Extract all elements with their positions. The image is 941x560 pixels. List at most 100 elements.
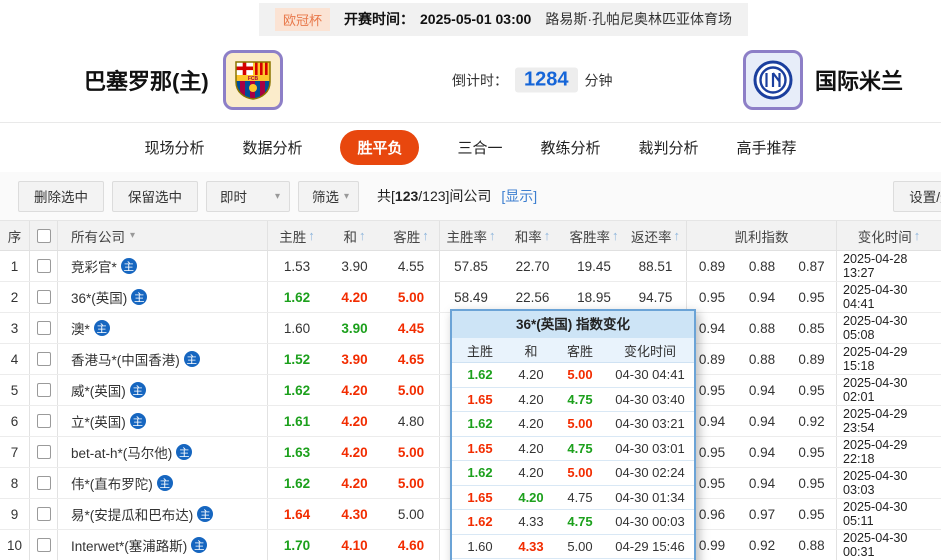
company-cell[interactable]: 立*(英国) 主 (58, 406, 268, 436)
company-cell[interactable]: 36*(英国) 主 (58, 282, 268, 312)
odds-cell[interactable]: 4.60 (383, 530, 440, 560)
kelly-cell: 0.88 (748, 258, 776, 274)
odds-cell[interactable]: 5.00 (383, 375, 440, 405)
odds-cell[interactable]: 5.00 (383, 437, 440, 467)
kelly-cell: 0.87 (787, 251, 837, 281)
sort-up-icon: ↑ (489, 228, 496, 243)
row-checkbox[interactable] (36, 383, 51, 397)
company-name: 立*(英国) (71, 415, 126, 430)
odds-cell[interactable]: 5.00 (383, 282, 440, 312)
company-cell[interactable]: 威*(英国) 主 (58, 375, 268, 405)
col-return-rate[interactable]: 返还率 ↑ (625, 221, 687, 250)
main-company-badge-icon: 主 (156, 475, 173, 491)
odds-cell[interactable]: 1.60 (268, 313, 326, 343)
popup-col-time: 变化时间 (623, 343, 676, 359)
tab-5[interactable]: 教练分析 (541, 137, 601, 158)
odds-cell[interactable]: 4.80 (383, 406, 440, 436)
tab-6[interactable]: 裁判分析 (639, 137, 699, 158)
row-checkbox[interactable] (36, 259, 51, 273)
kelly-cell: 0.95 (787, 282, 837, 312)
odds-cell[interactable]: 1.64 (268, 499, 326, 529)
odds-cell[interactable]: 5.00 (383, 468, 440, 498)
row-checkbox[interactable] (36, 290, 51, 304)
match-header: 巴塞罗那(主) FCB 倒计时： 1284 分钟 国际米兰 (0, 38, 941, 122)
odds-cell[interactable]: 4.10 (326, 530, 383, 560)
company-cell[interactable]: 易*(安提瓜和巴布达) 主 (58, 499, 268, 529)
odds-cell[interactable]: 4.20 (326, 468, 383, 498)
company-cell[interactable]: Interwet*(塞浦路斯) 主 (58, 530, 268, 560)
col-change-time[interactable]: 变化时间 ↑ (837, 221, 941, 250)
row-checkbox-cell (30, 406, 58, 436)
odds-cell[interactable]: 1.53 (268, 251, 326, 281)
row-checkbox[interactable] (36, 476, 51, 490)
company-cell[interactable]: bet-at-h*(马尔他) 主 (58, 437, 268, 467)
countdown: 倒计时： 1284 分钟 (452, 67, 613, 93)
odds-cell[interactable]: 4.20 (326, 437, 383, 467)
col-draw-odds[interactable]: 和 ↑ (326, 221, 383, 250)
company-count: 共[123/123]间公司 (377, 188, 492, 204)
row-checkbox[interactable] (36, 321, 51, 335)
col-away-odds[interactable]: 客胜 ↑ (383, 221, 440, 250)
company-name: 36*(英国) (71, 291, 128, 306)
row-checkbox[interactable] (36, 445, 51, 459)
col-draw-rate[interactable]: 和率 ↑ (502, 221, 563, 250)
odds-cell[interactable]: 4.20 (326, 282, 383, 312)
col-home-rate[interactable]: 主胜率 ↑ (440, 221, 502, 250)
row-checkbox[interactable] (36, 414, 51, 428)
col-company[interactable]: 所有公司 ▾ (58, 221, 268, 250)
odds-cell[interactable]: 1.52 (268, 344, 326, 374)
company-cell[interactable]: 澳* 主 (58, 313, 268, 343)
odds-cell[interactable]: 1.63 (268, 437, 326, 467)
filter-dropdown[interactable]: 筛选 ▾ (298, 180, 360, 212)
odds-cell[interactable]: 1.62 (268, 375, 326, 405)
tab-4[interactable]: 三合一 (457, 137, 502, 158)
show-link[interactable]: [显示] (501, 186, 537, 206)
odds-cell[interactable]: 3.90 (326, 344, 383, 374)
odds-cell[interactable]: 4.45 (383, 313, 440, 343)
popup-time-cell: 04-30 03:01 (615, 440, 685, 456)
row-checkbox[interactable] (36, 352, 51, 366)
odds-cell[interactable]: 1.70 (268, 530, 326, 560)
settings-button[interactable]: 设置/选择 (893, 180, 941, 212)
row-checkbox[interactable] (36, 538, 51, 552)
keep-selected-button[interactable]: 保留选中 (112, 180, 198, 212)
popup-odds-cell: 4.75 (567, 440, 593, 456)
select-all-checkbox[interactable] (36, 228, 51, 243)
company-cell[interactable]: 伟*(直布罗陀) 主 (58, 468, 268, 498)
tab-7[interactable]: 高手推荐 (737, 137, 797, 158)
delete-selected-button[interactable]: 删除选中 (18, 180, 104, 212)
odds-cell[interactable]: 4.20 (326, 406, 383, 436)
tab-1[interactable]: 现场分析 (144, 137, 204, 158)
odds-cell[interactable]: 3.90 (326, 313, 383, 343)
odds-cell[interactable]: 4.55 (383, 251, 440, 281)
popup-time-cell: 04-30 00:03 (615, 514, 685, 530)
instant-dropdown[interactable]: 即时 ▾ (206, 180, 290, 212)
odds-cell[interactable]: 4.20 (326, 375, 383, 405)
col-home-odds[interactable]: 主胜 ↑ (268, 221, 326, 250)
company-cell[interactable]: 竞彩官* 主 (58, 251, 268, 281)
odds-cell[interactable]: 1.62 (268, 282, 326, 312)
row-checkbox[interactable] (36, 507, 51, 521)
tab-2[interactable]: 数据分析 (242, 137, 302, 158)
odds-cell[interactable]: 1.62 (268, 468, 326, 498)
popup-time-cell: 04-30 02:24 (615, 465, 685, 481)
kelly-cell: 0.94 (748, 289, 776, 305)
popup-odds-cell: 4.33 (518, 514, 544, 530)
kelly-cell: 0.92 (748, 537, 776, 553)
popup-row: 1.62 4.20 5.00 04-30 03:21 (452, 412, 694, 437)
col-away-rate[interactable]: 客胜率 ↑ (563, 221, 625, 250)
change-time-cell: 2025-04-28 13:27 (843, 252, 908, 280)
odds-cell[interactable]: 4.30 (326, 499, 383, 529)
popup-row: 1.62 4.33 4.75 04-30 00:03 (452, 510, 694, 535)
rate-cell: 57.85 (454, 258, 488, 274)
topbar: 欧冠杯 开赛时间： 2025-05-01 03:00 路易斯·孔帕尼奥林匹亚体育场 (0, 0, 941, 38)
countdown-label: 倒计时： (452, 72, 508, 88)
odds-cell[interactable]: 1.61 (268, 406, 326, 436)
sort-up-icon: ↑ (308, 228, 315, 243)
odds-cell[interactable]: 5.00 (383, 499, 440, 529)
company-cell[interactable]: 香港马*(中国香港) 主 (58, 344, 268, 374)
odds-cell[interactable]: 4.65 (383, 344, 440, 374)
tab-3[interactable]: 胜平负 (340, 130, 420, 165)
odds-cell[interactable]: 3.90 (326, 251, 383, 281)
row-checkbox-cell (30, 375, 58, 405)
